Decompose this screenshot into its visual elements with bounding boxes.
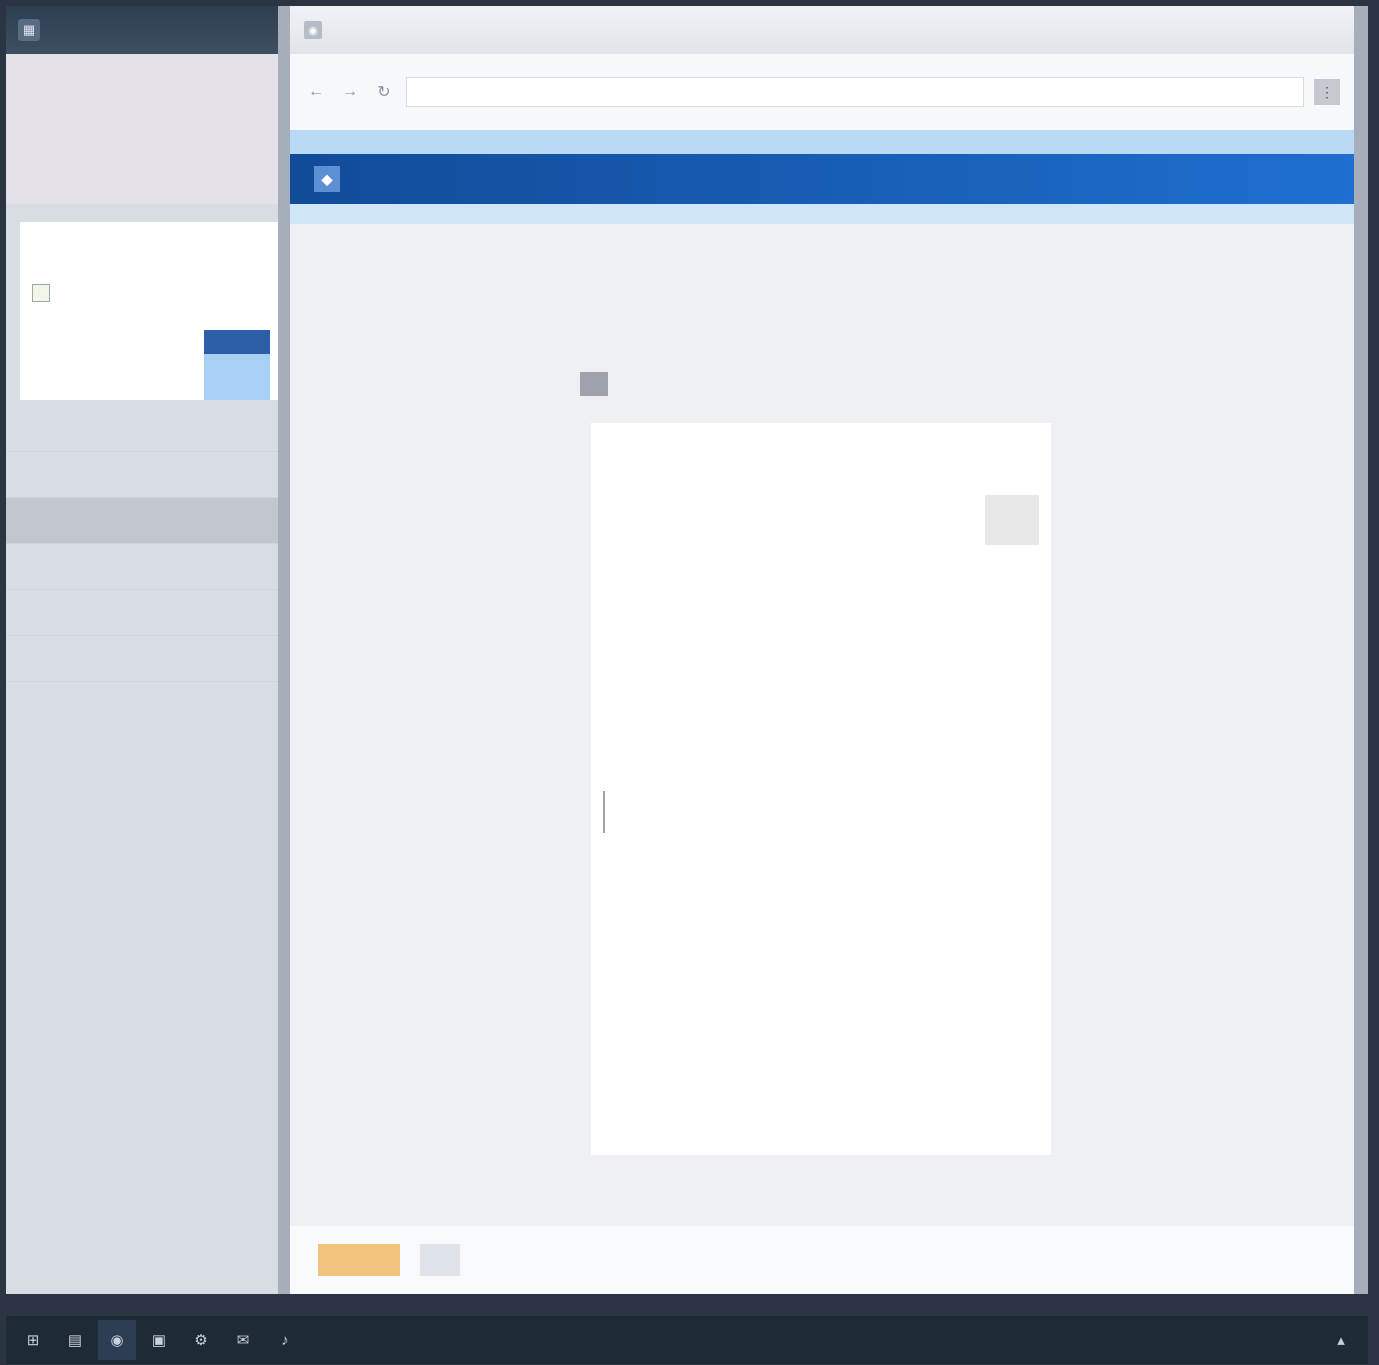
back-icon[interactable]: ← xyxy=(304,80,328,104)
app-icon: ▦ xyxy=(18,19,40,41)
music-icon[interactable]: ♪ xyxy=(266,1320,304,1360)
side-panel: ▦ xyxy=(6,6,278,1294)
form-header xyxy=(580,372,654,396)
browser-window: ◉ ← → ↻ ⋮ ◆ xyxy=(290,6,1354,1294)
side-card-button[interactable] xyxy=(204,330,270,354)
address-bar: ← → ↻ ⋮ xyxy=(290,54,1354,130)
side-list-item[interactable] xyxy=(6,406,278,452)
field-value[interactable] xyxy=(603,671,1039,713)
sub-header-strip xyxy=(290,204,1354,224)
site-logo-icon[interactable]: ◆ xyxy=(314,166,340,192)
side-card-highlight xyxy=(204,354,270,400)
field-value[interactable] xyxy=(603,731,1039,773)
title-bar: ◉ xyxy=(290,6,1354,54)
browser-icon[interactable]: ◉ xyxy=(98,1320,136,1360)
folder-icon[interactable]: ▤ xyxy=(56,1320,94,1360)
site-header: ◆ xyxy=(290,154,1354,204)
footer-bar xyxy=(290,1226,1354,1294)
forward-icon[interactable]: → xyxy=(338,80,362,104)
taskbar: ⊞ ▤ ◉ ▣ ⚙ ✉ ♪ ▴ xyxy=(6,1316,1368,1364)
secondary-button[interactable] xyxy=(420,1244,460,1276)
field-value[interactable] xyxy=(603,611,1039,653)
menu-icon[interactable]: ⋮ xyxy=(1314,79,1340,105)
mail-icon[interactable]: ✉ xyxy=(224,1320,262,1360)
primary-button[interactable] xyxy=(318,1244,400,1276)
side-list-item[interactable] xyxy=(6,636,278,682)
side-list-item-selected[interactable] xyxy=(6,498,278,544)
terminal-icon[interactable]: ▣ xyxy=(140,1320,178,1360)
side-card-checkbox-row[interactable] xyxy=(32,284,266,302)
url-input[interactable] xyxy=(406,77,1304,107)
text-input[interactable] xyxy=(603,791,1039,833)
side-list-item[interactable] xyxy=(6,452,278,498)
browser-icon: ◉ xyxy=(304,21,322,39)
settings-icon[interactable]: ⚙ xyxy=(182,1320,220,1360)
side-header xyxy=(6,54,278,204)
tray-icon[interactable]: ▴ xyxy=(1322,1320,1360,1360)
form-field xyxy=(603,551,1039,593)
checkbox[interactable] xyxy=(32,284,50,302)
form-field xyxy=(603,671,1039,713)
form-card xyxy=(590,422,1052,1156)
browser-window-frame: ◉ ← → ↻ ⋮ ◆ xyxy=(278,6,1368,1294)
step-badge xyxy=(580,372,608,396)
reload-icon[interactable]: ↻ xyxy=(372,80,396,104)
form-field-text-input xyxy=(603,791,1039,833)
tab-strip xyxy=(290,130,1354,154)
form-field xyxy=(603,731,1039,773)
field-value[interactable] xyxy=(603,551,1039,593)
field-value[interactable] xyxy=(603,491,1039,533)
side-list xyxy=(6,406,278,682)
form-field xyxy=(603,491,1039,533)
start-icon[interactable]: ⊞ xyxy=(14,1320,52,1360)
side-topbar: ▦ xyxy=(6,6,278,54)
side-list-item[interactable] xyxy=(6,544,278,590)
side-card xyxy=(20,222,278,400)
form-field xyxy=(603,611,1039,653)
side-list-item[interactable] xyxy=(6,590,278,636)
